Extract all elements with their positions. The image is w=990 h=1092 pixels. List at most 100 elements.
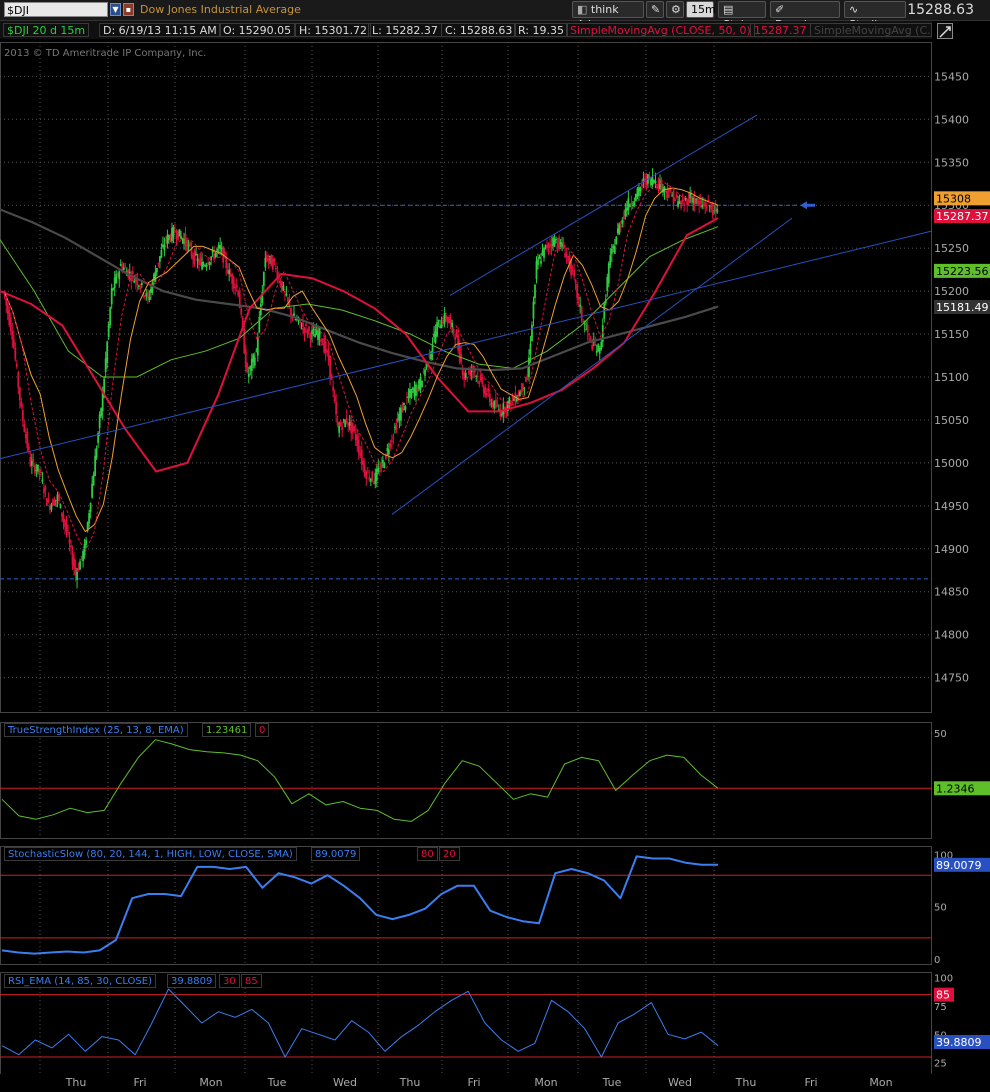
candle-body xyxy=(654,180,657,183)
candle-body xyxy=(436,322,438,337)
rsi-title[interactable]: RSI_EMA (14, 85, 30, CLOSE) xyxy=(4,974,156,988)
candle-body xyxy=(73,558,75,569)
study-tick-label: 50 xyxy=(934,729,947,740)
trendline-long xyxy=(0,230,933,460)
candle-body xyxy=(302,322,304,327)
study-tick-label: 50 xyxy=(934,903,947,914)
stoch-title[interactable]: StochasticSlow (80, 20, 144, 1, HIGH, LO… xyxy=(4,847,297,861)
candle-body xyxy=(571,267,574,269)
candle-body xyxy=(235,284,238,289)
candle-body xyxy=(335,401,338,415)
candle-body xyxy=(675,194,678,198)
candles xyxy=(3,168,719,589)
candle-body xyxy=(282,285,285,290)
ma-green-price-tag: 15223.56 xyxy=(936,265,989,278)
candle-body xyxy=(538,256,541,260)
candle-body xyxy=(630,202,633,205)
candle-body xyxy=(381,459,384,464)
candle-body xyxy=(157,262,160,264)
x-axis-label: Thu xyxy=(65,1076,87,1089)
x-axis-label: Thu xyxy=(399,1076,421,1089)
candle-body xyxy=(600,341,603,350)
study-tick-label: 75 xyxy=(934,1002,947,1013)
candle-body xyxy=(240,308,243,315)
candle-body xyxy=(529,343,532,355)
candle-body xyxy=(641,184,643,187)
candle-body xyxy=(14,347,17,360)
candle-body xyxy=(618,224,621,235)
candle-body xyxy=(681,199,684,202)
chart-canvas[interactable]: 1545015400153501530015250152001515015100… xyxy=(0,0,990,1092)
candle-body xyxy=(258,316,261,333)
candle-body xyxy=(262,272,265,286)
candle-body xyxy=(701,204,704,208)
price-tick-label: 15250 xyxy=(934,242,969,255)
candle-body xyxy=(267,258,270,261)
candle-body xyxy=(118,271,121,280)
candle-body xyxy=(329,355,332,377)
candle-body xyxy=(478,381,481,384)
candle-body xyxy=(339,422,342,427)
candle-body xyxy=(609,255,612,266)
tsi-line xyxy=(1,739,719,822)
tsi-title[interactable]: TrueStrengthIndex (25, 13, 8, EMA) xyxy=(4,723,188,737)
price-tick-label: 14750 xyxy=(934,672,969,685)
candle-body xyxy=(12,338,15,348)
candle-body xyxy=(660,179,663,189)
candle-body xyxy=(223,251,226,256)
candle-body xyxy=(139,287,142,289)
x-axis-label: Mon xyxy=(534,1076,557,1089)
rsi-85-tag: 85 xyxy=(936,989,950,1002)
candle-body xyxy=(378,469,381,472)
candle-body xyxy=(540,260,542,264)
candle-body xyxy=(610,249,613,255)
candle-body xyxy=(383,463,386,468)
candle-body xyxy=(519,391,521,397)
x-axis-label: Fri xyxy=(467,1076,480,1089)
candle-body xyxy=(124,267,127,269)
candle-body xyxy=(362,461,365,466)
candle-body xyxy=(32,459,35,462)
candle-body xyxy=(494,400,497,408)
candle-body xyxy=(683,203,686,205)
price-tick-label: 14950 xyxy=(934,500,969,513)
candle-body xyxy=(38,469,41,473)
price-tick-label: 15200 xyxy=(934,285,969,298)
candle-body xyxy=(576,283,579,298)
candle-body xyxy=(20,401,23,407)
price-tick-label: 14900 xyxy=(934,543,969,556)
candle-body xyxy=(338,426,341,433)
candle-body xyxy=(85,539,87,545)
candle-body xyxy=(371,471,374,482)
grid-lines xyxy=(0,42,990,1078)
candle-body xyxy=(711,209,714,216)
rsi-value: 39.8809 xyxy=(167,974,217,988)
candle-body xyxy=(59,504,62,509)
x-axis: Thu Fri Mon Tue Wed Thu Fri Mon Tue Wed Thu Fri Mon xyxy=(0,1074,932,1092)
tsi-line-tag: 1.2346 xyxy=(936,782,975,795)
candle-body xyxy=(511,397,514,399)
ma-orange-line xyxy=(3,187,719,533)
panel-frame xyxy=(0,846,932,965)
candle-body xyxy=(389,443,392,448)
candle-body xyxy=(680,200,682,208)
candle-body xyxy=(67,532,69,534)
candle-body xyxy=(357,440,360,454)
candle-body xyxy=(112,288,115,290)
study-tick-label: 0 xyxy=(934,955,940,966)
candle-body xyxy=(395,425,398,431)
candle-body xyxy=(109,307,112,325)
candle-body xyxy=(70,545,72,548)
candle-body xyxy=(485,393,488,396)
x-axis-label: Fri xyxy=(133,1076,146,1089)
candle-body xyxy=(668,195,670,197)
study-tick-label: 100 xyxy=(934,974,953,985)
candle-body xyxy=(537,259,539,265)
price-tick-label: 14800 xyxy=(934,629,969,642)
candle-body xyxy=(23,424,26,432)
candle-body xyxy=(58,494,60,502)
candle-body xyxy=(522,383,524,391)
candle-body xyxy=(320,339,322,342)
candle-body xyxy=(577,296,580,300)
candle-body xyxy=(574,279,577,283)
